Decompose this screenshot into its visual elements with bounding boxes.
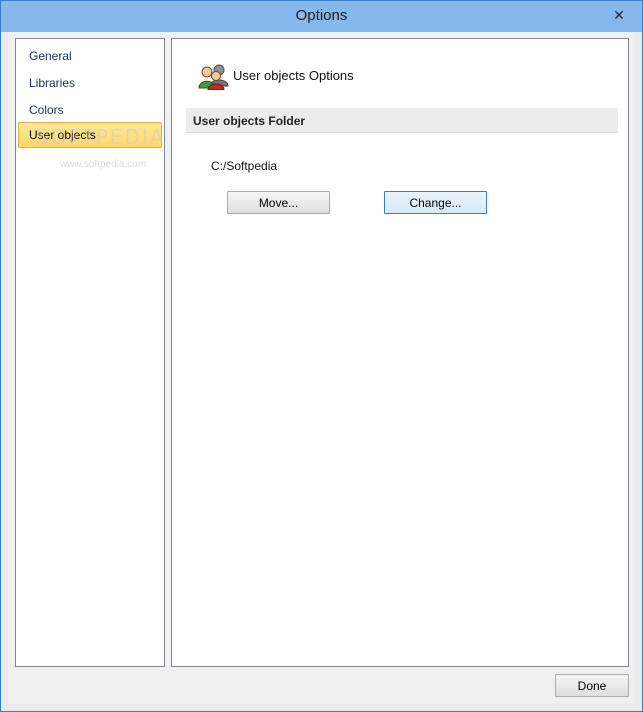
title-bar[interactable]: Options ✕ bbox=[1, 1, 642, 32]
watermark-url: www.softpedia.com bbox=[60, 159, 147, 170]
change-button[interactable]: Change... bbox=[384, 191, 487, 214]
close-icon[interactable]: ✕ bbox=[610, 6, 628, 24]
dialog-client-area: General Libraries Colors User objects SO… bbox=[8, 32, 635, 704]
page-title: User objects Options bbox=[233, 68, 354, 83]
sidebar-item-libraries[interactable]: Libraries bbox=[18, 70, 162, 96]
done-button[interactable]: Done bbox=[555, 674, 629, 697]
options-window: Options ✕ General Libraries Colors User … bbox=[0, 0, 643, 712]
options-category-list: General Libraries Colors User objects SO… bbox=[15, 38, 165, 667]
users-icon bbox=[197, 62, 231, 91]
options-content-panel: User objects Options User objects Folder… bbox=[171, 38, 629, 667]
sidebar-item-general[interactable]: General bbox=[18, 43, 162, 69]
section-title: User objects Folder bbox=[193, 114, 306, 128]
folder-path: C:/Softpedia bbox=[211, 159, 278, 173]
sidebar-item-user-objects[interactable]: User objects bbox=[18, 122, 162, 148]
sidebar-item-colors[interactable]: Colors bbox=[18, 97, 162, 123]
move-button[interactable]: Move... bbox=[227, 191, 330, 214]
section-header: User objects Folder bbox=[186, 108, 618, 133]
window-title: Options bbox=[295, 7, 348, 24]
